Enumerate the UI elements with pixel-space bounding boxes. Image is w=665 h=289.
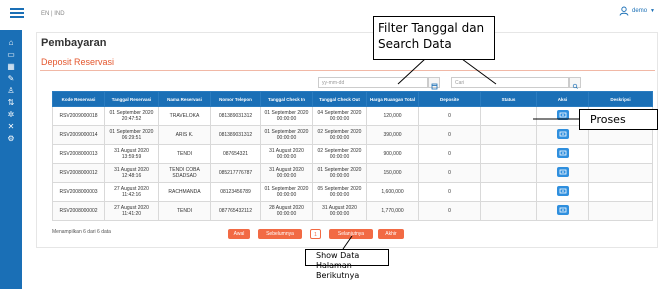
arrow-date (397, 58, 426, 85)
arrow-search (461, 58, 497, 85)
annotation-filter-line2: Search Data (378, 37, 452, 51)
annotation-proses: Proses (579, 109, 658, 130)
annotation-arrows (342, 58, 579, 250)
app-root: EN | IND demo ▼ ⌂ ▭ ▦ ✎ ♙ ⇅ ✲ ✕ ⚙ Pembay… (0, 0, 665, 289)
annotation-next-line1: Show Data (316, 251, 360, 260)
annotation-next-page: Show Data Halaman Berikutnya (305, 249, 389, 280)
arrow-next (342, 235, 353, 250)
annotation-next-line3: Berikutnya (316, 271, 360, 280)
annotation-next-line2: Halaman (316, 261, 352, 270)
annotation-filter-line1: Filter Tanggal dan (378, 21, 485, 35)
annotation-filter: Filter Tanggal dan Search Data (373, 16, 495, 60)
